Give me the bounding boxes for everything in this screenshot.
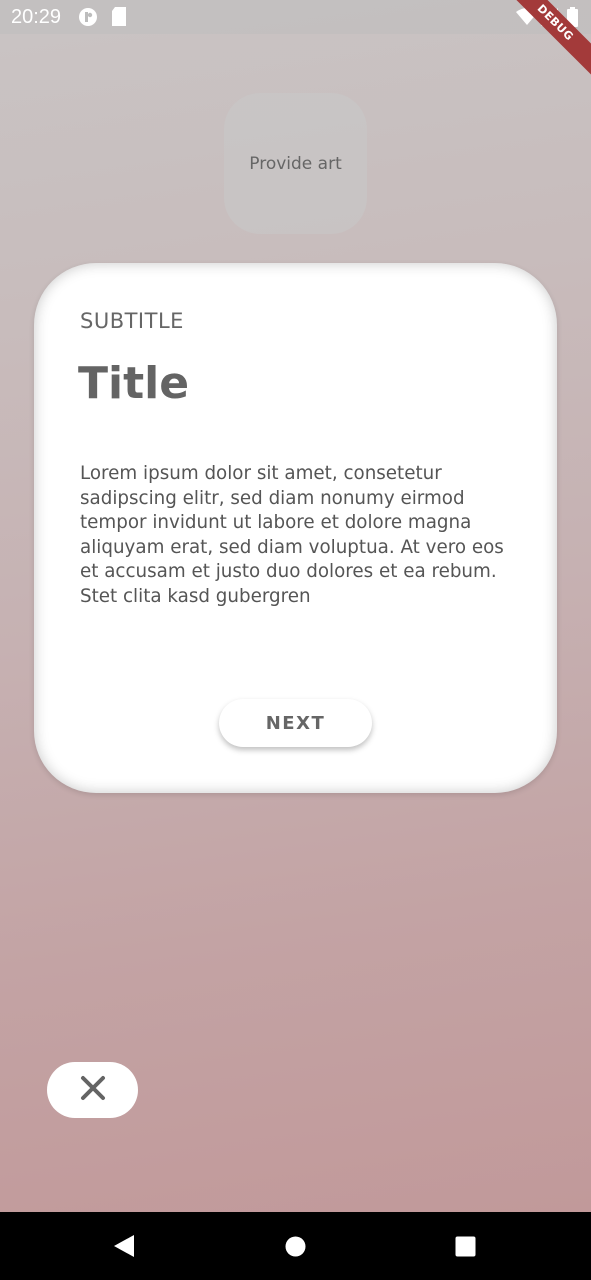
art-placeholder: Provide art [224, 93, 367, 234]
close-icon [80, 1075, 106, 1105]
status-bar: 20:29 [0, 0, 591, 34]
card-subtitle: SUBTITLE [80, 309, 184, 333]
next-button[interactable]: NEXT [219, 699, 372, 747]
back-icon[interactable] [113, 1234, 135, 1262]
recents-icon[interactable] [455, 1236, 476, 1261]
card-body-text: Lorem ipsum dolor sit amet, consetetur s… [80, 463, 504, 607]
google-assistant-icon [78, 7, 98, 31]
navigation-bar [0, 1212, 591, 1280]
app-screen: 20:29 DEBUG Provide art SUBTITLE Title L… [0, 0, 591, 1212]
card-title: Title [78, 358, 190, 409]
home-icon[interactable] [285, 1236, 306, 1261]
sd-card-icon [111, 7, 127, 30]
close-button[interactable] [47, 1062, 138, 1118]
onboarding-card: SUBTITLE Title Lorem ipsum dolor sit ame… [34, 263, 557, 793]
status-time: 20:29 [11, 6, 62, 28]
